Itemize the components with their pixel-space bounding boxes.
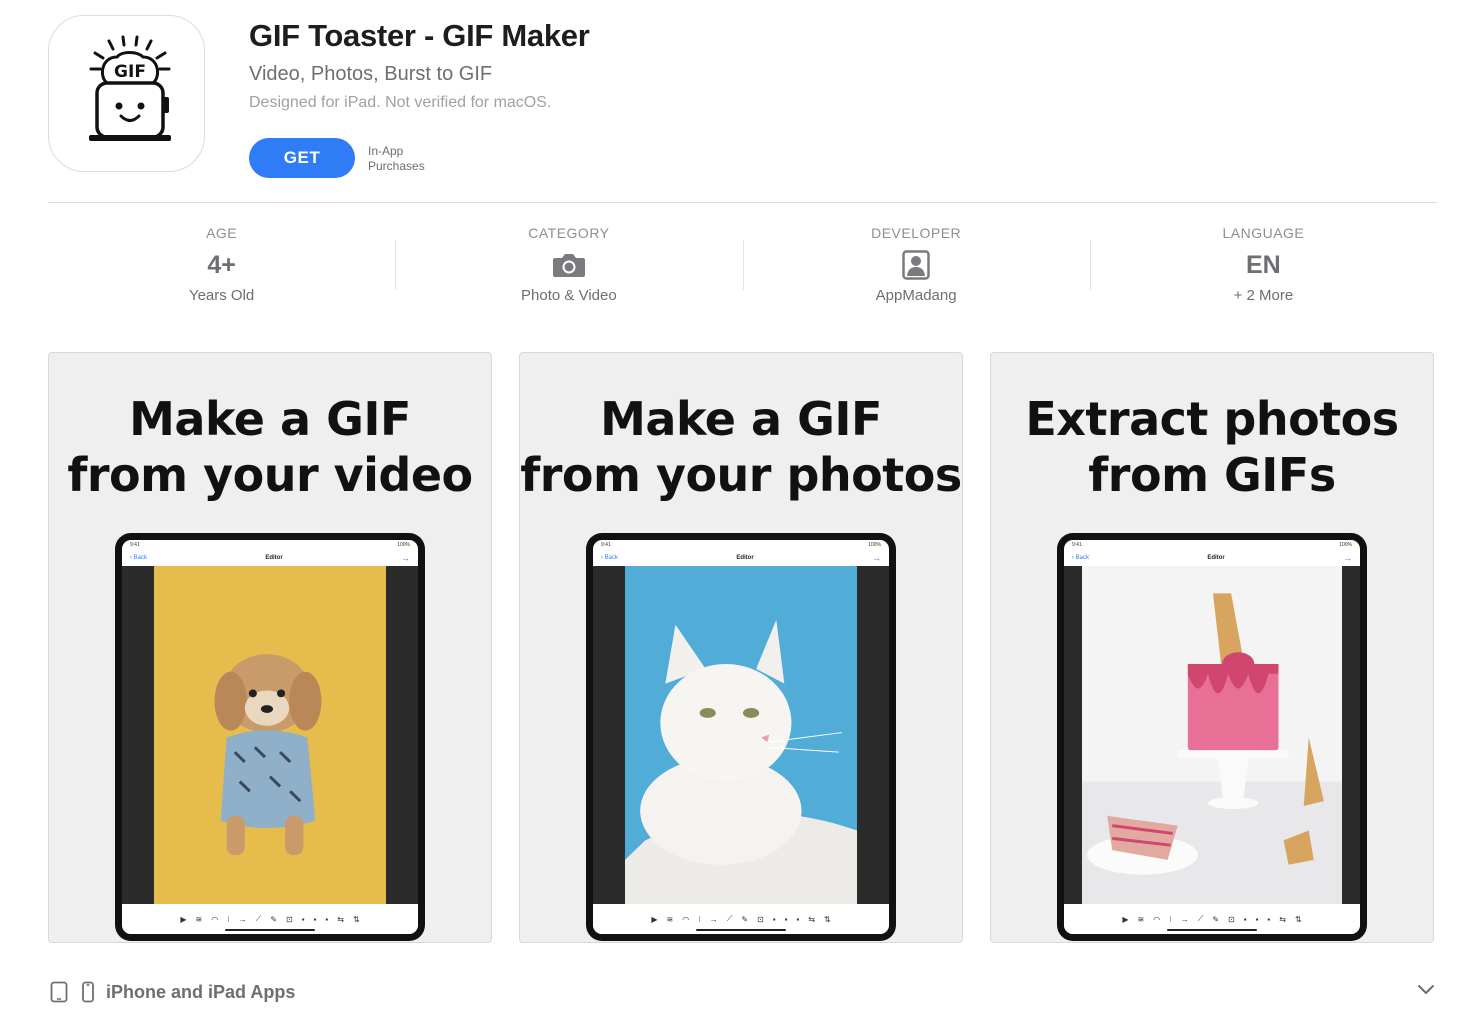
iphone-icon (82, 981, 94, 1003)
screenshot-caption: Extract photos from GIFs (1025, 392, 1399, 502)
language-value: EN (1246, 250, 1281, 279)
gif-toaster-icon: GIF (88, 35, 171, 141)
get-button[interactable]: GET (249, 138, 355, 178)
dog-photo (154, 566, 386, 904)
age-value: 4+ (207, 250, 236, 279)
ipad-frame: 9:41 100% ‹ Back Editor → ▶ ≋ ◠ ⁝ → ⟋ ✎ … (1057, 533, 1367, 941)
device-compatibility-row[interactable]: iPhone and iPad Apps (50, 978, 295, 1006)
chevron-down-icon[interactable] (1416, 982, 1436, 996)
app-subtitle: Video, Photos, Burst to GIF (249, 63, 493, 85)
screenshot-3[interactable]: Extract photos from GIFs 9:41 100% ‹ Back… (990, 352, 1434, 943)
cat-photo (625, 566, 857, 904)
info-language[interactable]: LANGUAGE EN + 2 More (1089, 222, 1437, 310)
screenshot-caption: Make a GIF from your photos (520, 392, 962, 502)
app-title: GIF Toaster - GIF Maker (249, 18, 590, 53)
cake-photo (1082, 566, 1342, 904)
screenshot-2[interactable]: Make a GIF from your photos 9:41 100% ‹ B… (519, 352, 963, 943)
device-compatibility-label: iPhone and iPad Apps (106, 981, 296, 1002)
ipad-icon (50, 981, 68, 1003)
ipad-frame: 9:41 100% ‹ Back Editor → ▶ ≋ ◠ ⁝ → ⟋ ✎ … (586, 533, 896, 941)
designed-for-note: Designed for iPad. Not verified for macO… (249, 94, 552, 111)
svg-text:GIF: GIF (114, 62, 146, 82)
ipad-frame: 9:41 100% ‹ Back Editor → ▶ ≋ ◠ ⁝ → ⟋ ✎ … (115, 533, 425, 941)
screenshot-1[interactable]: Make a GIF from your video 9:41 100% ‹ Ba… (48, 352, 492, 943)
in-app-purchases-note: In-App Purchases (368, 144, 425, 173)
info-row: AGE 4+ Years Old CATEGORY Photo & Video … (48, 222, 1437, 310)
info-category[interactable]: CATEGORY Photo & Video (395, 222, 742, 310)
app-icon: GIF (48, 15, 205, 172)
screenshot-caption: Make a GIF from your video (67, 392, 473, 502)
info-developer[interactable]: DEVELOPER AppMadang (742, 222, 1090, 310)
header-divider (48, 202, 1437, 203)
camera-icon (552, 254, 585, 277)
info-age: AGE 4+ Years Old (48, 222, 395, 310)
person-icon (902, 250, 930, 280)
